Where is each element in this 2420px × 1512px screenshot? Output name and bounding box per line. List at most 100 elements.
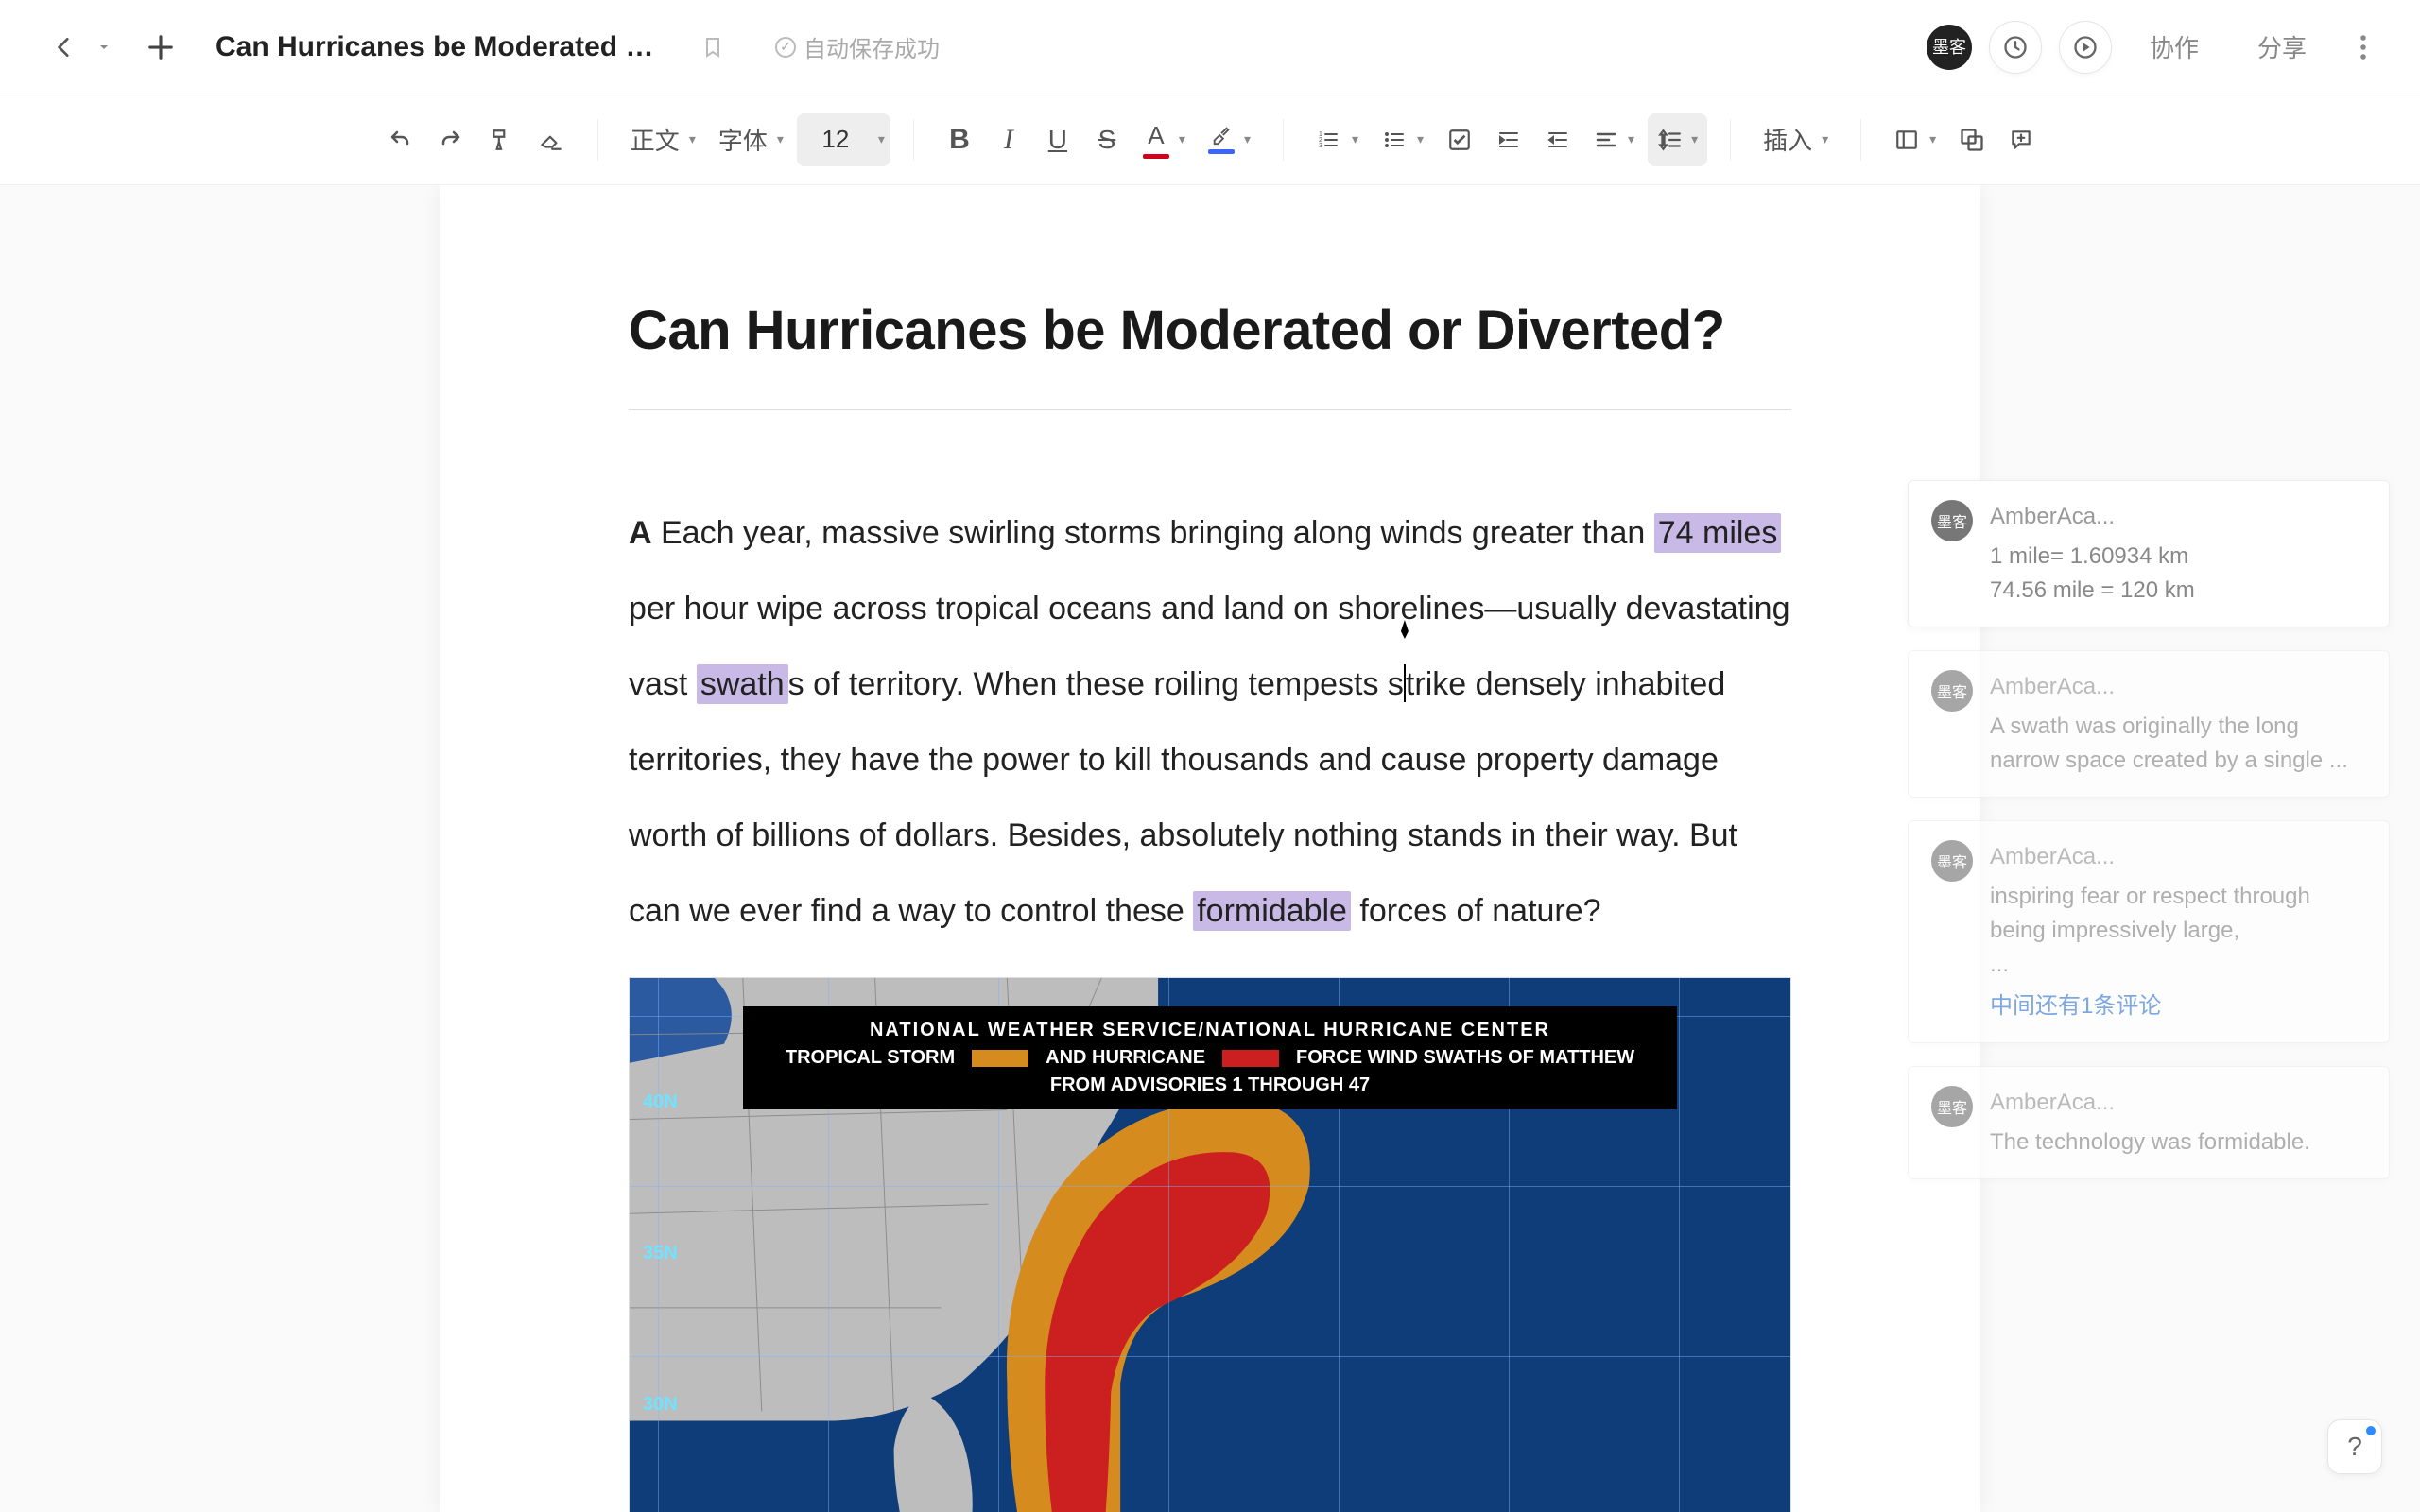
align-left-icon <box>1594 129 1618 151</box>
underline-button[interactable]: U <box>1035 113 1080 166</box>
unordered-list-button[interactable]: ▾ <box>1372 113 1433 166</box>
comment-button[interactable] <box>1998 113 2044 166</box>
underline-icon: U <box>1048 125 1067 155</box>
text-color-icon: A <box>1148 121 1164 150</box>
section-letter: A <box>629 515 652 551</box>
comment-card[interactable]: 墨客 AmberAca... 1 mile= 1.60934 km 74.56 … <box>1908 480 2390 627</box>
strikethrough-button[interactable]: S <box>1084 113 1130 166</box>
comment-icon <box>2008 128 2034 152</box>
hurricane-map-figure[interactable]: NATIONAL WEATHER SERVICE/NATIONAL HURRIC… <box>629 977 1791 1512</box>
comment-line: The technology was formidable. <box>1990 1125 2366 1160</box>
help-button[interactable]: ? <box>2327 1419 2382 1474</box>
chevron-left-icon <box>52 35 77 60</box>
font-family-label: 字体 <box>718 122 768 157</box>
outdent-icon <box>1545 129 1571 151</box>
comment-line: ... <box>1990 948 2366 982</box>
checklist-button[interactable] <box>1437 113 1482 166</box>
text-color-button[interactable]: A▾ <box>1133 113 1195 166</box>
title-divider <box>629 409 1791 410</box>
comment-card[interactable]: 墨客 AmberAca... A swath was originally th… <box>1908 650 2390 798</box>
layout-button[interactable]: ▾ <box>1884 113 1945 166</box>
comment-avatar: 墨客 <box>1931 670 1973 712</box>
bookmark-icon <box>701 33 724 61</box>
redo-icon <box>437 129 465 151</box>
strikethrough-icon: S <box>1098 125 1116 155</box>
comment-avatar: 墨客 <box>1931 500 1973 541</box>
outdent-button[interactable] <box>1535 113 1581 166</box>
paragraph-a[interactable]: A Each year, massive swirling storms bri… <box>629 495 1791 949</box>
new-doc-button[interactable] <box>134 21 187 74</box>
user-avatar[interactable]: 墨客 <box>1927 25 1972 70</box>
caret-down-icon <box>98 42 110 53</box>
para-text-1: Each year, massive swirling storms bring… <box>652 515 1654 551</box>
doc-title-header[interactable]: Can Hurricanes be Moderated or... <box>216 31 669 63</box>
comments-panel: 墨客 AmberAca... 1 mile= 1.60934 km 74.56 … <box>1908 480 2390 1179</box>
collaborate-button[interactable]: 协作 <box>2129 23 2220 72</box>
line-spacing-icon <box>1657 128 1682 152</box>
redo-button[interactable] <box>427 113 475 166</box>
indent-button[interactable] <box>1486 113 1531 166</box>
unordered-list-icon <box>1381 129 1408 151</box>
map-legend: NATIONAL WEATHER SERVICE/NATIONAL HURRIC… <box>743 1006 1677 1109</box>
back-button-group <box>38 21 117 74</box>
check-circle-icon: ✓ <box>775 37 796 58</box>
comment-more-link[interactable]: 中间还有1条评论 <box>1990 989 2366 1023</box>
history-button[interactable] <box>1989 21 2042 74</box>
workspace: Can Hurricanes be Moderated or Diverted?… <box>0 185 2420 1512</box>
para-text-4: forces of nature? <box>1351 893 1601 929</box>
present-button[interactable] <box>2059 21 2112 74</box>
italic-button[interactable]: I <box>986 113 1031 166</box>
layout-icon <box>1893 128 1920 152</box>
checkbox-icon <box>1447 128 1472 152</box>
ordered-list-icon: 123 <box>1316 129 1342 151</box>
bold-icon: B <box>949 124 970 156</box>
indent-icon <box>1495 129 1522 151</box>
text-cursor <box>1404 646 1406 722</box>
highlight-color-button[interactable]: ▾ <box>1199 113 1260 166</box>
format-toolbar: 正文▾ 字体▾ 12 ▾ B I U S A▾ ▾ 123▾ ▾ ▾ ▾ 插入▾… <box>0 94 2420 185</box>
comment-author: AmberAca... <box>1990 840 2366 874</box>
lat-40n: 40N <box>643 1091 678 1113</box>
comment-line: 1 mile= 1.60934 km <box>1990 540 2366 574</box>
highlight-formidable[interactable]: formidable <box>1193 891 1351 931</box>
autosave-status: ✓ 自动保存成功 <box>775 30 940 63</box>
comment-author: AmberAca... <box>1990 1086 2366 1120</box>
font-family-select[interactable]: 字体▾ <box>709 113 793 166</box>
find-replace-button[interactable] <box>1949 113 1995 166</box>
comment-card[interactable]: 墨客 AmberAca... The technology was formid… <box>1908 1066 2390 1179</box>
paragraph-style-select[interactable]: 正文▾ <box>621 113 705 166</box>
help-icon: ? <box>2347 1432 2362 1462</box>
back-button[interactable] <box>38 21 91 74</box>
back-dropdown[interactable] <box>91 21 117 74</box>
comment-card[interactable]: 墨客 AmberAca... inspiring fear or respect… <box>1908 820 2390 1043</box>
clear-format-button[interactable] <box>527 113 575 166</box>
highlight-74miles[interactable]: 74 miles <box>1654 513 1782 553</box>
play-circle-icon <box>2072 34 2099 60</box>
font-size-value: 12 <box>803 116 869 163</box>
comment-author: AmberAca... <box>1990 670 2366 704</box>
eraser-icon <box>537 128 565 152</box>
legend-line1: NATIONAL WEATHER SERVICE/NATIONAL HURRIC… <box>762 1020 1658 1041</box>
para-text-3: s of territory. When these roiling tempe… <box>788 666 1404 702</box>
align-button[interactable]: ▾ <box>1584 113 1644 166</box>
bold-button[interactable]: B <box>937 113 982 166</box>
share-button[interactable]: 分享 <box>2237 23 2327 72</box>
insert-menu[interactable]: 插入▾ <box>1754 113 1838 166</box>
document-title[interactable]: Can Hurricanes be Moderated or Diverted? <box>629 299 1791 362</box>
lat-30n: 30N <box>643 1394 678 1416</box>
svg-text:3: 3 <box>1319 143 1322 149</box>
format-painter-button[interactable] <box>478 113 524 166</box>
more-button[interactable] <box>2344 33 2382 61</box>
find-replace-icon <box>1959 127 1985 153</box>
ordered-list-button[interactable]: 123▾ <box>1306 113 1368 166</box>
comment-avatar: 墨客 <box>1931 1086 1973 1127</box>
highlight-swath[interactable]: swath <box>697 664 788 704</box>
undo-button[interactable] <box>376 113 424 166</box>
bookmark-button[interactable] <box>686 21 739 74</box>
lat-35n: 35N <box>643 1243 678 1264</box>
line-spacing-button[interactable]: ▾ <box>1648 113 1707 166</box>
paragraph-style-label: 正文 <box>631 122 680 157</box>
document-page[interactable]: Can Hurricanes be Moderated or Diverted?… <box>440 185 1980 1512</box>
comment-avatar: 墨客 <box>1931 840 1973 882</box>
font-size-select[interactable]: 12 ▾ <box>797 113 890 166</box>
